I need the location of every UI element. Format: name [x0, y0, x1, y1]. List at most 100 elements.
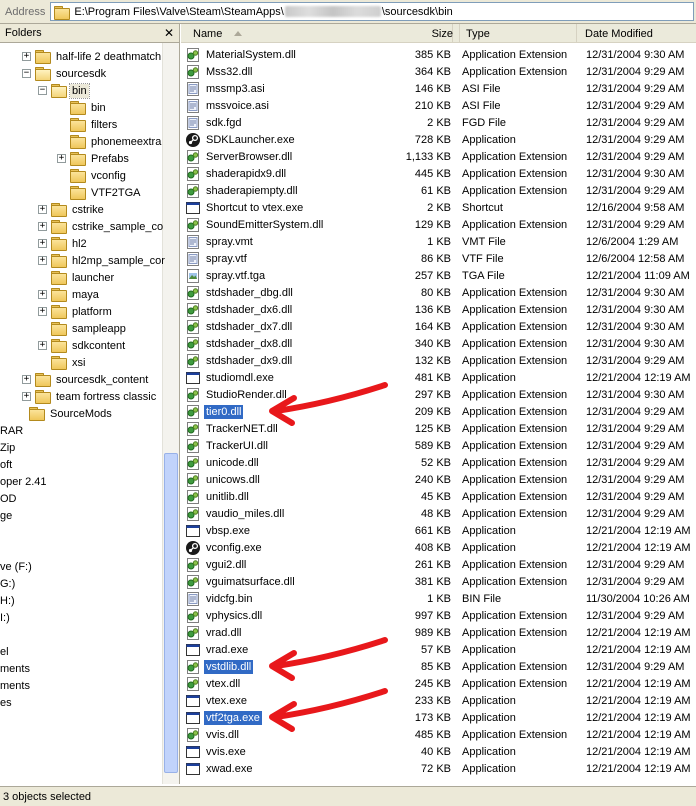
- tree-item-clipped[interactable]: oper 2.41: [0, 473, 48, 490]
- file-row[interactable]: Shortcut to vtex.exe 2 KB Shortcut 12/16/20…: [181, 199, 696, 216]
- file-row[interactable]: vgui2.dll 261 KB Application Extension 12/3…: [181, 556, 696, 573]
- tree-item-clipped[interactable]: [0, 541, 2, 558]
- file-row[interactable]: shaderapidx9.dll 445 KB Application Extens…: [181, 165, 696, 182]
- tree-item[interactable]: xsi: [38, 354, 87, 371]
- tree-item[interactable]: + Prefabs: [57, 150, 131, 167]
- tree-item[interactable]: + cstrike: [38, 201, 106, 218]
- tree-item[interactable]: sampleapp: [38, 320, 128, 337]
- tree-item-clipped[interactable]: ve (F:): [0, 558, 34, 575]
- file-row[interactable]: Mss32.dll 364 KB Application Extension 12/3…: [181, 63, 696, 80]
- expand-icon[interactable]: +: [38, 341, 47, 350]
- file-row[interactable]: spray.vtf 86 KB VTF File 12/6/2004 12:58 AM: [181, 250, 696, 267]
- tree-item[interactable]: + hl2mp_sample_cor: [38, 252, 167, 269]
- tree-item[interactable]: SourceMods: [16, 405, 114, 422]
- tree-item[interactable]: + maya: [38, 286, 101, 303]
- file-row[interactable]: StudioRender.dll 297 KB Application Extens…: [181, 386, 696, 403]
- file-row[interactable]: MaterialSystem.dll 385 KB Application Exte…: [181, 46, 696, 63]
- file-row[interactable]: stdshader_dx6.dll 136 KB Application Exten…: [181, 301, 696, 318]
- tree-item-clipped[interactable]: G:): [0, 575, 17, 592]
- file-row[interactable]: sdk.fgd 2 KB FGD File 12/31/2004 9:29 AM: [181, 114, 696, 131]
- tree-item[interactable]: + team fortress classic: [22, 388, 158, 405]
- file-row[interactable]: vvis.exe 40 KB Application 12/21/2004 12:19…: [181, 743, 696, 760]
- file-row[interactable]: vtex.dll 245 KB Application Extension 12/21…: [181, 675, 696, 692]
- expand-icon[interactable]: +: [38, 205, 47, 214]
- tree-item[interactable]: bin: [57, 99, 108, 116]
- column-header-size[interactable]: Size: [381, 24, 459, 43]
- tree-item[interactable]: VTF2TGA: [57, 184, 143, 201]
- file-row[interactable]: xwad.exe 72 KB Application 12/21/2004 12:19…: [181, 760, 696, 777]
- collapse-icon[interactable]: −: [38, 86, 47, 95]
- file-row[interactable]: vtex.exe 233 KB Application 12/21/2004 12:1…: [181, 692, 696, 709]
- tree-item[interactable]: + platform: [38, 303, 114, 320]
- column-header-type[interactable]: Type: [459, 24, 577, 43]
- file-row[interactable]: shaderapiempty.dll 61 KB Application Exten…: [181, 182, 696, 199]
- address-input[interactable]: E:\Program Files\Valve\Steam\SteamApps\ …: [50, 2, 694, 21]
- tree-item-clipped[interactable]: [0, 626, 2, 643]
- tree-item-clipped[interactable]: el: [0, 643, 11, 660]
- tree-item-clipped[interactable]: H:): [0, 592, 17, 609]
- tree-item-clipped[interactable]: RAR: [0, 422, 25, 439]
- expand-icon[interactable]: +: [22, 392, 31, 401]
- close-icon[interactable]: ✕: [164, 26, 174, 40]
- expand-icon[interactable]: +: [38, 256, 47, 265]
- tree-item-clipped[interactable]: Zip: [0, 439, 17, 456]
- file-row[interactable]: ServerBrowser.dll 1,133 KB Application Ext…: [181, 148, 696, 165]
- file-row[interactable]: mssvoice.asi 210 KB ASI File 12/31/2004 9:2…: [181, 97, 696, 114]
- file-row[interactable]: vaudio_miles.dll 48 KB Application Extensi…: [181, 505, 696, 522]
- file-row[interactable]: vvis.dll 485 KB Application Extension 12/21…: [181, 726, 696, 743]
- tree-item-clipped[interactable]: oft: [0, 456, 14, 473]
- file-row[interactable]: mssmp3.asi 146 KB ASI File 12/31/2004 9:29 …: [181, 80, 696, 97]
- expand-icon[interactable]: +: [38, 222, 47, 231]
- file-row[interactable]: stdshader_dbg.dll 80 KB Application Extens…: [181, 284, 696, 301]
- expand-icon[interactable]: +: [57, 154, 66, 163]
- tree-item-clipped[interactable]: [0, 524, 2, 541]
- tree-item[interactable]: phonemeextra: [57, 133, 163, 150]
- file-row[interactable]: unicode.dll 52 KB Application Extension 12/…: [181, 454, 696, 471]
- file-row[interactable]: vrad.exe 57 KB Application 12/21/2004 12:19…: [181, 641, 696, 658]
- tree-item[interactable]: + half-life 2 deathmatch: [22, 48, 163, 65]
- scrollbar-thumb[interactable]: [164, 453, 178, 773]
- expand-icon[interactable]: +: [22, 375, 31, 384]
- tree-item-clipped[interactable]: es: [0, 694, 14, 711]
- file-row[interactable]: vphysics.dll 997 KB Application Extension 1…: [181, 607, 696, 624]
- file-row[interactable]: SDKLauncher.exe 728 KB Application 12/31/20…: [181, 131, 696, 148]
- tree-item[interactable]: − bin: [38, 82, 90, 99]
- column-header-date[interactable]: Date Modified: [577, 24, 696, 43]
- file-row[interactable]: vconfig.exe 408 KB Application 12/21/2004 1…: [181, 539, 696, 556]
- file-row[interactable]: unitlib.dll 45 KB Application Extension 12/…: [181, 488, 696, 505]
- file-row[interactable]: vidcfg.bin 1 KB BIN File 11/30/2004 10:26 A…: [181, 590, 696, 607]
- file-row[interactable]: spray.vmt 1 KB VMT File 12/6/2004 1:29 AM: [181, 233, 696, 250]
- tree-item[interactable]: + cstrike_sample_co: [38, 218, 165, 235]
- collapse-icon[interactable]: −: [22, 69, 31, 78]
- expand-icon[interactable]: +: [22, 52, 31, 61]
- tree-item[interactable]: vconfig: [57, 167, 128, 184]
- file-row[interactable]: unicows.dll 240 KB Application Extension 12…: [181, 471, 696, 488]
- file-row[interactable]: TrackerNET.dll 125 KB Application Extensio…: [181, 420, 696, 437]
- file-row[interactable]: TrackerUI.dll 589 KB Application Extension…: [181, 437, 696, 454]
- tree-item-clipped[interactable]: ge: [0, 507, 14, 524]
- file-row[interactable]: vbsp.exe 661 KB Application 12/21/2004 12:1…: [181, 522, 696, 539]
- folder-tree-scrollbar[interactable]: [162, 43, 179, 784]
- file-row[interactable]: studiomdl.exe 481 KB Application 12/21/2004…: [181, 369, 696, 386]
- file-row[interactable]: vrad.dll 989 KB Application Extension 12/21…: [181, 624, 696, 641]
- tree-item[interactable]: + sdkcontent: [38, 337, 127, 354]
- tree-item[interactable]: launcher: [38, 269, 116, 286]
- tree-item[interactable]: − sourcesdk: [22, 65, 108, 82]
- tree-item-clipped[interactable]: OD: [0, 490, 19, 507]
- file-row[interactable]: stdshader_dx7.dll 164 KB Application Exten…: [181, 318, 696, 335]
- tree-item[interactable]: + sourcesdk_content: [22, 371, 150, 388]
- file-row[interactable]: spray.vtf.tga 257 KB TGA File 12/21/2004 11…: [181, 267, 696, 284]
- expand-icon[interactable]: +: [38, 290, 47, 299]
- expand-icon[interactable]: +: [38, 239, 47, 248]
- file-row[interactable]: SoundEmitterSystem.dll 129 KB Application …: [181, 216, 696, 233]
- file-row[interactable]: tier0.dll 209 KB Application Extension 12/3…: [181, 403, 696, 420]
- tree-item-clipped[interactable]: ments: [0, 660, 32, 677]
- file-row[interactable]: vguimatsurface.dll 381 KB Application Exte…: [181, 573, 696, 590]
- tree-item[interactable]: + hl2: [38, 235, 89, 252]
- tree-item-clipped[interactable]: ments: [0, 677, 32, 694]
- expand-icon[interactable]: +: [38, 307, 47, 316]
- file-row[interactable]: stdshader_dx8.dll 340 KB Application Exten…: [181, 335, 696, 352]
- tree-item-clipped[interactable]: I:): [0, 609, 12, 626]
- file-row[interactable]: vstdlib.dll 85 KB Application Extension 12/…: [181, 658, 696, 675]
- file-row[interactable]: vtf2tga.exe 173 KB Application 12/21/2004 1…: [181, 709, 696, 726]
